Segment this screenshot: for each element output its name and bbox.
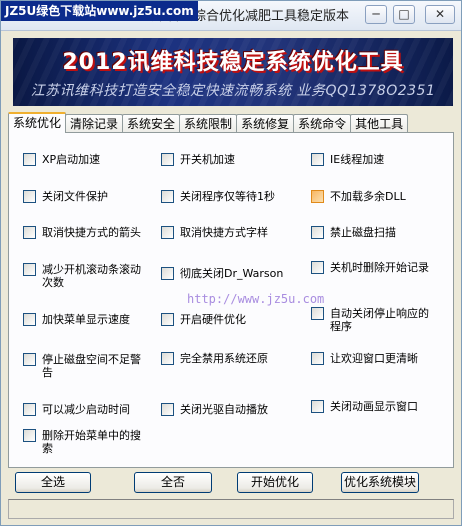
checkbox[interactable] <box>23 353 36 366</box>
checkbox[interactable] <box>23 263 36 276</box>
option-label: 关机时删除开始记录 <box>330 261 429 274</box>
option-boot-scroll[interactable]: 减少开机滚动条滚动次数 <box>23 263 147 289</box>
checkbox[interactable] <box>23 153 36 166</box>
tab-system-optimize[interactable]: 系统优化 <box>8 112 67 133</box>
tab-system-commands[interactable]: 系统命令 <box>293 114 352 133</box>
option-label: 取消快捷方式的箭头 <box>42 226 141 239</box>
tab-strip: 系统优化 清除记录 系统安全 系统限制 系统修复 系统命令 其他工具 <box>8 112 409 133</box>
checkbox[interactable] <box>311 400 324 413</box>
maximize-button[interactable]: □ <box>393 5 415 24</box>
checkbox[interactable] <box>161 352 174 365</box>
checkbox[interactable] <box>161 313 174 326</box>
option-close-wait[interactable]: 关闭程序仅等待1秒 <box>161 190 301 203</box>
checkbox[interactable] <box>311 190 324 203</box>
option-label: 删除开始菜单中的搜索 <box>42 429 141 455</box>
checkbox[interactable] <box>311 352 324 365</box>
option-disk-scan[interactable]: 禁止磁盘扫描 <box>311 226 441 239</box>
option-welcome[interactable]: 让欢迎窗口更清晰 <box>311 352 441 365</box>
option-shortcut-text[interactable]: 取消快捷方式字样 <box>161 226 301 239</box>
minimize-button[interactable]: ─ <box>365 5 387 24</box>
option-label: 关闭动画显示窗口 <box>330 400 418 413</box>
tab-system-restrictions[interactable]: 系统限制 <box>179 114 238 133</box>
tab-system-repair[interactable]: 系统修复 <box>236 114 295 133</box>
option-label: 加快菜单显示速度 <box>42 313 130 326</box>
option-label: 彻底关闭Dr_Warson <box>180 267 284 280</box>
option-label: 关闭程序仅等待1秒 <box>180 190 275 203</box>
checkbox[interactable] <box>23 313 36 326</box>
option-file-protection[interactable]: 关闭文件保护 <box>23 190 153 203</box>
option-label: 开启硬件优化 <box>180 313 246 326</box>
option-xp-boot[interactable]: XP启动加速 <box>23 153 153 166</box>
option-label: 减少开机滚动条滚动次数 <box>42 263 141 289</box>
start-optimize-button[interactable]: 开始优化 <box>237 472 313 493</box>
option-remove-search[interactable]: 删除开始菜单中的搜索 <box>23 429 147 455</box>
option-no-dll[interactable]: 不加载多余DLL <box>311 190 441 203</box>
checkbox[interactable] <box>23 403 36 416</box>
option-startup-time[interactable]: 可以减少启动时间 <box>23 403 153 416</box>
checkbox[interactable] <box>161 190 174 203</box>
tab-clear-records[interactable]: 清除记录 <box>65 114 124 133</box>
tab-other-tools[interactable]: 其他工具 <box>350 114 409 133</box>
site-watermark: JZ5U绿色下载站www.jz5u.com <box>1 1 198 21</box>
checkbox[interactable] <box>23 226 36 239</box>
checkbox[interactable] <box>311 226 324 239</box>
checkbox[interactable] <box>311 307 324 320</box>
option-menu-speed[interactable]: 加快菜单显示速度 <box>23 313 153 326</box>
optimize-module-button[interactable]: 优化系统模块 <box>341 472 419 493</box>
option-label: 关闭文件保护 <box>42 190 108 203</box>
option-label: 可以减少启动时间 <box>42 403 130 416</box>
banner-subtitle: 江苏讯维科技打造安全稳定快速流畅系统 业务QQ1378O2351 <box>30 83 436 99</box>
option-autoplay[interactable]: 关闭光驱自动播放 <box>161 403 301 416</box>
option-power-speed[interactable]: 开关机加速 <box>161 153 301 166</box>
option-auto-kill[interactable]: 自动关闭停止响应的程序 <box>311 307 435 333</box>
checkbox[interactable] <box>161 226 174 239</box>
option-hardware[interactable]: 开启硬件优化 <box>161 313 301 326</box>
option-dr-watson[interactable]: 彻底关闭Dr_Warson <box>161 267 306 280</box>
checkbox[interactable] <box>23 429 36 442</box>
checkbox[interactable] <box>161 153 174 166</box>
option-label: 开关机加速 <box>180 153 235 166</box>
site-url-watermark: http://www.jz5u.com <box>187 292 325 306</box>
option-ie-thread[interactable]: IE线程加速 <box>311 153 441 166</box>
app-window: 讯维科技综合优化减肥工具稳定版本 JZ5U绿色下载站www.jz5u.com ─… <box>0 0 462 526</box>
checkbox[interactable] <box>161 267 174 280</box>
banner: 2012讯维科技稳定系统优化工具 江苏讯维科技打造安全稳定快速流畅系统 业务QQ… <box>13 38 453 106</box>
option-label: 停止磁盘空间不足警告 <box>42 353 141 379</box>
option-label: 关闭光驱自动播放 <box>180 403 268 416</box>
option-label: 禁止磁盘扫描 <box>330 226 396 239</box>
title-bar[interactable]: 讯维科技综合优化减肥工具稳定版本 JZ5U绿色下载站www.jz5u.com ─… <box>1 1 461 31</box>
option-label: 完全禁用系统还原 <box>180 352 268 365</box>
checkbox[interactable] <box>311 261 324 274</box>
option-restore[interactable]: 完全禁用系统还原 <box>161 352 301 365</box>
select-none-button[interactable]: 全否 <box>134 472 212 493</box>
option-low-disk[interactable]: 停止磁盘空间不足警告 <box>23 353 147 379</box>
checkbox[interactable] <box>161 403 174 416</box>
status-bar <box>8 499 454 519</box>
tab-system-security[interactable]: 系统安全 <box>122 114 181 133</box>
checkbox[interactable] <box>311 153 324 166</box>
close-button[interactable]: ✕ <box>425 5 455 24</box>
option-label: 让欢迎窗口更清晰 <box>330 352 418 365</box>
option-shortcut-arrow[interactable]: 取消快捷方式的箭头 <box>23 226 153 239</box>
option-shutdown-clear[interactable]: 关机时删除开始记录 <box>311 261 435 274</box>
option-label: 取消快捷方式字样 <box>180 226 268 239</box>
option-label: IE线程加速 <box>330 153 385 166</box>
option-label: 自动关闭停止响应的程序 <box>330 307 429 333</box>
option-animation[interactable]: 关闭动画显示窗口 <box>311 400 441 413</box>
banner-title: 2012讯维科技稳定系统优化工具 <box>62 50 404 75</box>
option-label: XP启动加速 <box>42 153 101 166</box>
select-all-button[interactable]: 全选 <box>15 472 91 493</box>
checkbox[interactable] <box>23 190 36 203</box>
option-label: 不加载多余DLL <box>330 190 406 203</box>
